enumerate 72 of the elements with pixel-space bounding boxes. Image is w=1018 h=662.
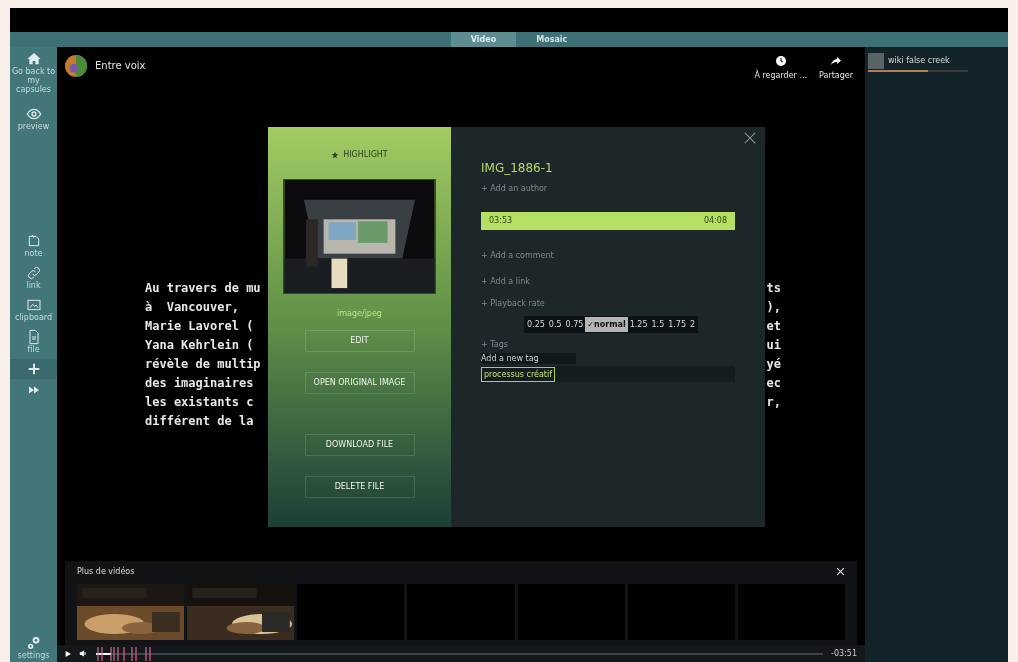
action-button[interactable]: DOWNLOAD FILE [304, 434, 415, 456]
view-tab[interactable]: Mosaic [516, 32, 588, 47]
eye-icon [25, 106, 42, 122]
text-line: Yana Kehrlein ( [145, 337, 254, 354]
text-line: yé [766, 356, 781, 373]
tags-label: + Tags [481, 339, 509, 351]
header-action[interactable]: Partager [819, 55, 853, 82]
action-button[interactable]: EDIT [304, 330, 415, 352]
action-button[interactable]: DELETE FILE [304, 476, 415, 498]
tag-chip[interactable]: processus créatif [481, 366, 556, 382]
text-line: des imaginaires [145, 375, 254, 392]
play-icon[interactable] [65, 650, 71, 657]
capsule-title: Entre voix [95, 59, 146, 73]
playback-rate-label: + Playback rate [481, 298, 546, 310]
rate-option[interactable]: 0.5 [546, 317, 564, 332]
sidebar-button[interactable]: preview [10, 106, 57, 131]
text-line: ec [766, 375, 781, 392]
video-thumbnail [868, 53, 884, 69]
rate-option[interactable]: 2 [688, 317, 698, 332]
playlist-item[interactable]: wiki false creek [868, 53, 1008, 72]
settings-button[interactable]: settings [17, 635, 50, 660]
rate-option[interactable]: 0.25 [525, 317, 547, 332]
text-line: et [766, 318, 781, 335]
remaining-time: -03:51 [831, 647, 857, 660]
volume-icon[interactable] [79, 649, 88, 658]
text-line: Au travers de mu [145, 280, 261, 297]
link-icon [25, 265, 42, 281]
clock-icon [774, 55, 787, 67]
star-icon [331, 151, 340, 159]
rate-option[interactable]: 1.75 [666, 317, 689, 332]
tool-button[interactable]: file [10, 327, 57, 356]
start-time: 03:53 [489, 215, 513, 227]
seek-bar[interactable] [96, 646, 824, 661]
text-line: ui [766, 337, 781, 354]
rate-option[interactable]: 0.75 [563, 317, 586, 332]
add-link-link[interactable]: + Add a link [481, 276, 735, 288]
time-range-bar[interactable]: 03:53 04:08 [481, 212, 735, 230]
mime-type: image/jpeg [337, 308, 382, 320]
rate-option[interactable]: ✓normal [585, 317, 628, 332]
fast-forward-icon [27, 384, 40, 396]
text-line: ), [766, 299, 781, 316]
media-title: IMG_1886-1 [481, 160, 554, 177]
text-line: révèle de multip [145, 356, 261, 373]
highlight-button[interactable]: HIGHLIGHT [331, 149, 388, 161]
close-button[interactable] [836, 567, 845, 576]
add-comment-link[interactable]: + Add a comment [481, 250, 735, 262]
action-button[interactable]: OPEN ORIGINAL IMAGE [304, 372, 415, 394]
rate-option[interactable]: 1.5 [649, 317, 667, 332]
image-icon [25, 297, 42, 313]
text-line: r, [766, 394, 781, 411]
settings-icon [25, 635, 42, 651]
close-icon [836, 567, 845, 576]
header-action[interactable]: À regarder ... [754, 55, 807, 82]
text-line: ts [766, 280, 781, 297]
panel-title: Plus de vidéos [77, 565, 135, 578]
avatar-icon [65, 55, 87, 77]
tool-button[interactable]: clipboard [10, 295, 57, 324]
text-line: différent de la [145, 413, 254, 430]
rate-option[interactable]: 1.25 [627, 317, 650, 332]
tag-input[interactable]: Add a new tag [481, 353, 576, 364]
share-icon [830, 55, 842, 67]
home-icon [25, 51, 42, 67]
end-time: 04:08 [703, 215, 727, 227]
text-line: à Vancouver, [145, 299, 239, 316]
text-line: Marie Lavorel ( [145, 318, 254, 335]
sidebar-button[interactable]: Go back to my capsules [10, 51, 57, 94]
tool-button[interactable]: link [10, 263, 57, 292]
tool-button[interactable]: note [10, 231, 57, 260]
text-line: les existants c [145, 394, 254, 411]
add-author-link[interactable]: + Add an author [481, 183, 735, 195]
tool-button[interactable] [10, 359, 57, 379]
close-icon [743, 131, 757, 145]
